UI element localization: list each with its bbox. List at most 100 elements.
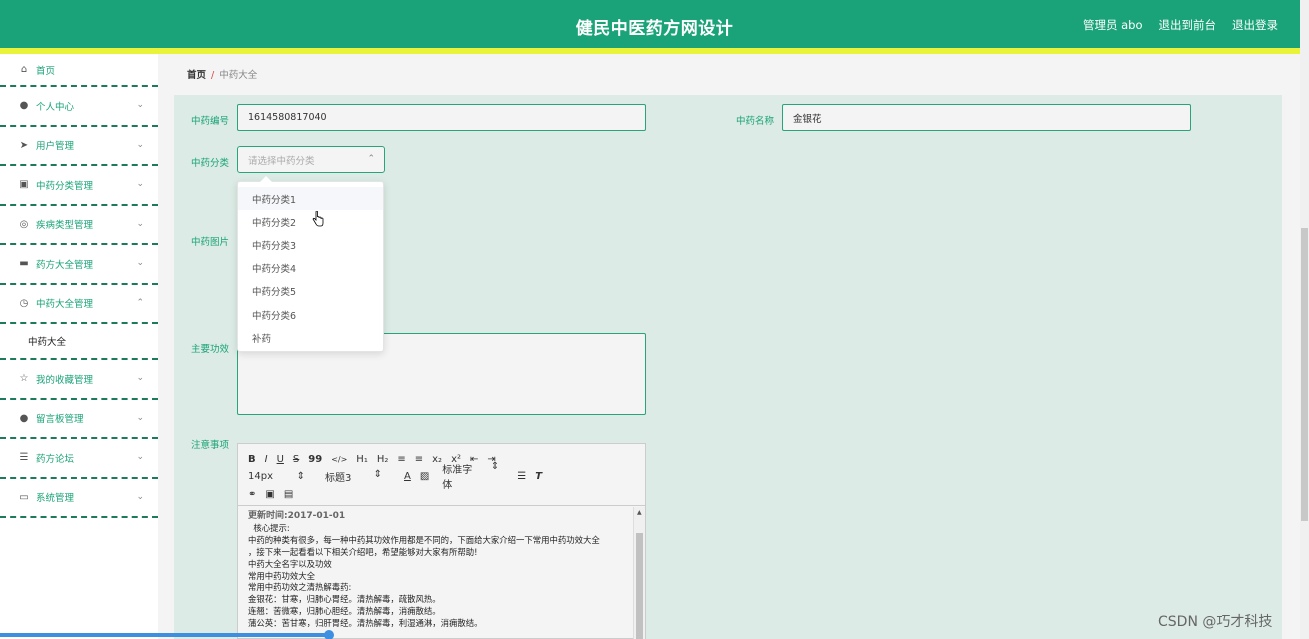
chevron-down-icon: ⌄ — [136, 373, 144, 383]
bold-button[interactable]: B — [248, 454, 256, 465]
strike-button[interactable]: S — [293, 454, 299, 465]
page-scrollbar-thumb[interactable] — [1301, 228, 1308, 521]
content-line: 中药的种类有很多，每一种中药其功效作用都是不同的，下面给大家介绍一下常用中药功效… — [248, 534, 600, 545]
category-option[interactable]: 补药 — [238, 326, 383, 349]
chevron-down-icon: ⌄ — [136, 100, 144, 110]
category-option[interactable]: 中药分类3 — [238, 233, 383, 256]
watermark: CSDN @巧才科技 — [1158, 614, 1273, 630]
breadcrumb-current: 中药大全 — [219, 70, 258, 81]
heading-value: 标题3 — [325, 472, 352, 484]
italic-button[interactable]: I — [265, 454, 268, 465]
logout-link[interactable]: 退出登录 — [1232, 17, 1278, 33]
category-select[interactable]: 请选择中药分类 ⌃ — [237, 146, 385, 173]
align-icon[interactable]: ☰ — [517, 471, 526, 482]
sidebar-item-system[interactable]: ▭ 系统管理 ⌄ — [0, 479, 158, 518]
sidebar-item-label: 用户管理 — [36, 141, 75, 153]
h1-button[interactable]: H₁ — [356, 454, 368, 465]
notes-label: 注意事项 — [191, 440, 230, 451]
content-line: ，接下来一起看看以下相关介绍吧，希望能够对大家有所帮助! — [248, 546, 478, 557]
content-line: 常用中药功效大全 — [248, 570, 315, 581]
font-family-value: 标准字体 — [442, 465, 473, 491]
send-icon: ➤ — [19, 139, 29, 151]
breadcrumb-separator: / — [211, 70, 215, 81]
chevron-down-icon: ⌄ — [136, 452, 144, 462]
progress-knob — [324, 630, 334, 639]
sidebar-item-label: 疾病类型管理 — [36, 220, 94, 232]
sidebar-item-label: 中药分类管理 — [36, 180, 94, 192]
editor-content[interactable]: 更新时间:2017-01-01 核心提示: 中药的种类有很多，每一种中药其功效作… — [238, 507, 634, 639]
home-icon: ⌂ — [20, 64, 28, 75]
scroll-up-icon[interactable]: ▲ — [637, 509, 642, 516]
sidebar-item-prescription[interactable]: ▬ 药方大全管理 ⌄ — [0, 245, 158, 285]
sidebar-item-forum[interactable]: ☰ 药方论坛 ⌄ — [0, 439, 158, 479]
bullet-list-button[interactable]: ≡ — [415, 454, 423, 465]
chevron-down-icon: ⌄ — [136, 412, 144, 423]
sidebar-item-disease-type[interactable]: ◎ 疾病类型管理 ⌄ — [0, 206, 158, 245]
sidebar-item-label: 个人中心 — [36, 101, 75, 113]
sidebar-item-users[interactable]: ➤ 用户管理 ⌄ — [0, 127, 158, 166]
category-option[interactable]: 中药分类5 — [238, 280, 383, 303]
sidebar-item-herb-encyclopedia[interactable]: ◷ 中药大全管理 ⌃ — [0, 285, 158, 324]
font-family-select[interactable]: 标准字体 ⇕ — [442, 461, 508, 491]
content-line: 常用中药功效之清热解毒药: — [248, 582, 352, 593]
h2-button[interactable]: H₂ — [377, 454, 389, 465]
content-line: 核心提示: — [248, 522, 290, 533]
subscript-button[interactable]: x₂ — [432, 454, 442, 465]
back-to-front-link[interactable]: 退出到前台 — [1159, 17, 1217, 33]
category-option[interactable]: 中药分类4 — [238, 257, 383, 280]
header-actions: 管理员 abo 退出到前台 退出登录 — [1083, 17, 1278, 33]
chevron-down-icon: ⌄ — [136, 139, 144, 150]
updown-icon: ⇕ — [296, 470, 305, 482]
scrollbar-thumb[interactable] — [636, 533, 643, 639]
sidebar-item-label: 系统管理 — [36, 493, 75, 505]
sidebar-subitem-label: 中药大全 — [28, 337, 67, 348]
background-color-icon[interactable]: ▨ — [420, 471, 429, 482]
clear-format-icon[interactable]: T — [535, 471, 542, 482]
sidebar-item-label: 药方大全管理 — [36, 259, 94, 271]
category-option[interactable]: 中药分类2 — [238, 210, 383, 233]
message-icon: ▬ — [19, 258, 29, 270]
menu-icon: ▭ — [19, 491, 29, 503]
category-dropdown: 中药分类1 中药分类2 中药分类3 中药分类4 中药分类5 中药分类6 补药 — [237, 176, 384, 352]
user-icon: ● — [19, 412, 29, 424]
content-line: 金银花：甘寒，归肺心胃经。清热解毒，疏散风热。 — [248, 594, 441, 605]
editor-toolbar: B I U S 99 </> H₁ H₂ ≡ ≡ x₂ x² ⇤ ⇥ 14px ⇕… — [238, 444, 645, 506]
effect-label: 主要功效 — [191, 344, 230, 355]
sidebar-item-guestbook[interactable]: ● 留言板管理 ⌄ — [0, 400, 158, 439]
hand-cursor-icon — [312, 211, 324, 227]
breadcrumb: 首页 / 中药大全 — [187, 67, 257, 81]
chevron-down-icon: ⌄ — [136, 218, 144, 229]
sidebar-item-label: 首页 — [36, 65, 56, 77]
sidebar-item-herb-category[interactable]: ▣ 中药分类管理 ⌄ — [0, 166, 158, 206]
font-color-icon[interactable]: A — [404, 471, 411, 482]
editor-scrollbar[interactable]: ▲ — [633, 507, 645, 639]
content-line: 连翘：苦微寒，归肺心胆经。清热解毒，消痈散结。 — [248, 606, 441, 617]
video-icon[interactable]: ▤ — [284, 489, 293, 500]
quote-button[interactable]: 99 — [308, 454, 322, 465]
ordered-list-button[interactable]: ≡ — [397, 454, 405, 465]
category-placeholder: 请选择中药分类 — [248, 155, 315, 167]
sidebar-item-favorites[interactable]: ☆ 我的收藏管理 ⌄ — [0, 360, 158, 400]
breadcrumb-home[interactable]: 首页 — [187, 70, 206, 81]
category-option[interactable]: 中药分类1 — [238, 187, 383, 211]
page-scrollbar[interactable] — [1300, 0, 1309, 639]
clipboard-icon: ▣ — [19, 179, 29, 191]
font-size-select[interactable]: 14px ⇕ — [248, 471, 314, 482]
sidebar-item-label: 药方论坛 — [36, 453, 75, 465]
chevron-up-icon: ⌃ — [136, 297, 144, 308]
link-icon[interactable]: ⚭ — [248, 489, 256, 500]
content-line: 中药大全名字以及功效 — [248, 558, 332, 569]
sidebar-subitem-herb-list[interactable]: 中药大全 — [0, 324, 158, 360]
name-input[interactable]: 金银花 — [782, 104, 1191, 131]
sidebar-item-home[interactable]: ⌂ 首页 — [0, 54, 158, 87]
loading-progress-bar — [0, 630, 334, 639]
sidebar-item-label: 留言板管理 — [36, 414, 84, 426]
image-icon[interactable]: ▣ — [265, 489, 274, 500]
code-input[interactable]: 1614580817040 — [237, 104, 646, 131]
category-option[interactable]: 中药分类6 — [238, 303, 383, 326]
circle-icon: ◎ — [19, 218, 29, 230]
sidebar-item-personal[interactable]: ● 个人中心 ⌄ — [0, 87, 158, 127]
heading-select[interactable]: 标题3 ⇕ — [325, 469, 391, 484]
code-button[interactable]: </> — [331, 455, 347, 464]
underline-button[interactable]: U — [277, 454, 284, 465]
